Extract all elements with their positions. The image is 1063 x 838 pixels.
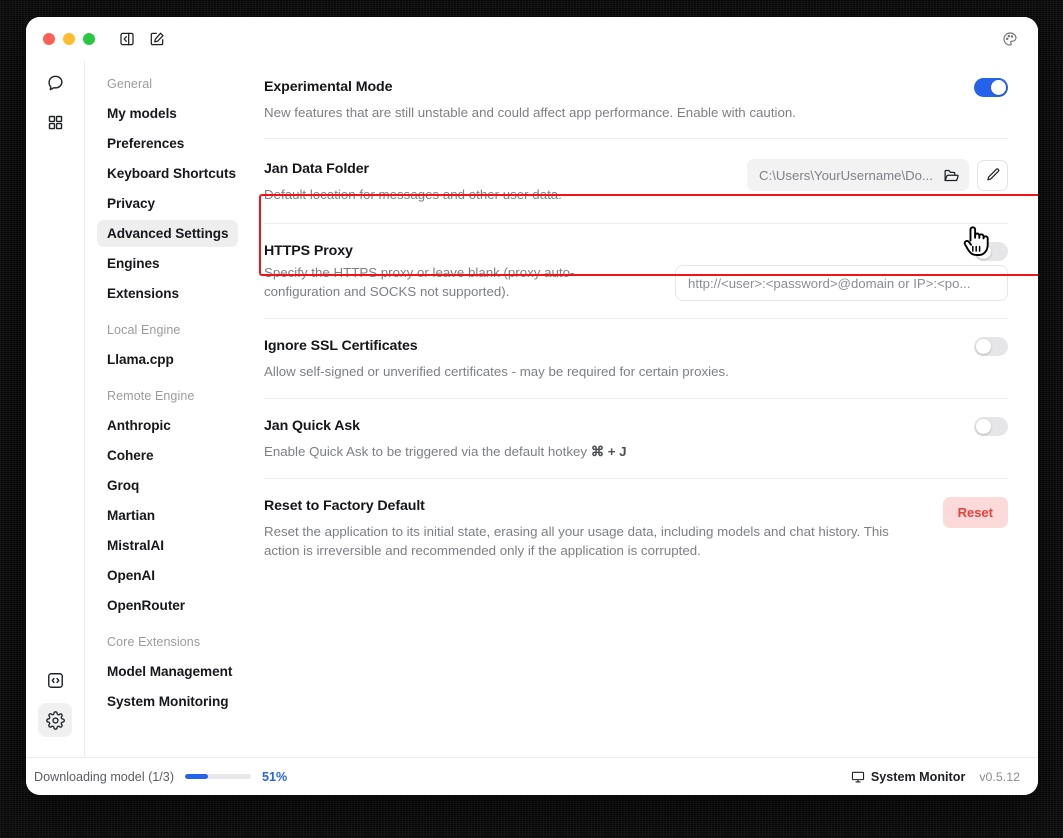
jan-data-folder-path-value: C:\Users\YourUsername\Do...: [759, 167, 933, 183]
sidebar-item-preferences[interactable]: Preferences: [97, 130, 238, 157]
sidebar-item-martian[interactable]: Martian: [97, 502, 238, 529]
jan-data-folder-controls: C:\Users\YourUsername\Do...: [747, 159, 1008, 191]
folder-open-icon[interactable]: [943, 167, 960, 184]
icon-rail: [26, 61, 84, 757]
app-version: v0.5.12: [979, 769, 1020, 784]
nav-group-label-core-extensions: Core Extensions: [107, 635, 201, 649]
pencil-icon: [985, 167, 1001, 183]
ignore-ssl-toggle[interactable]: [974, 337, 1008, 356]
setting-row-jan-quick-ask: Jan Quick Ask Enable Quick Ask to be tri…: [264, 399, 1008, 479]
sidebar-item-my-models[interactable]: My models: [97, 100, 238, 127]
experimental-mode-description: New features that are still unstable and…: [264, 105, 796, 120]
sidebar-item-keyboard-shortcuts[interactable]: Keyboard Shortcuts: [97, 160, 238, 187]
ignore-ssl-title: Ignore SSL Certificates: [264, 338, 418, 354]
https-proxy-input[interactable]: http://<user>:<password>@domain or IP>:<…: [675, 265, 1008, 301]
reset-factory-body: Reset to Factory Default Reset the appli…: [264, 496, 1008, 560]
ignore-ssl-description: Allow self-signed or unverified certific…: [264, 364, 729, 379]
sidebar-item-extensions[interactable]: Extensions: [97, 280, 238, 307]
download-status: Downloading model (1/3) 51%: [34, 770, 287, 784]
jan-quick-ask-hotkey: ⌘ + J: [590, 444, 627, 459]
toggle-knob: [976, 244, 991, 259]
nav-group-label-local-engine: Local Engine: [107, 323, 181, 337]
download-progress-fill: [185, 774, 209, 779]
experimental-mode-toggle[interactable]: [974, 78, 1008, 97]
palette-icon[interactable]: [998, 27, 1022, 51]
https-proxy-description: Specify the HTTPS proxy or leave blank (…: [264, 265, 575, 299]
monitor-icon: [851, 770, 865, 784]
window-controls: [43, 33, 95, 45]
setting-row-ignore-ssl: Ignore SSL Certificates Allow self-signe…: [264, 319, 1008, 399]
experimental-mode-head: Experimental Mode: [264, 77, 1008, 97]
settings-sidebar[interactable]: General My models Preferences Keyboard S…: [84, 61, 250, 757]
sidebar-item-anthropic[interactable]: Anthropic: [97, 412, 238, 439]
titlebar-actions: [115, 27, 169, 51]
advanced-settings-panel: Experimental Mode New features that are …: [250, 61, 1038, 757]
jan-quick-ask-head: Jan Quick Ask: [264, 416, 1008, 436]
titlebar-right: [998, 27, 1022, 51]
download-progress-percent: 51%: [262, 769, 288, 784]
toggle-knob: [991, 80, 1006, 95]
system-monitor-button[interactable]: System Monitor: [851, 770, 965, 784]
code-icon[interactable]: [38, 663, 72, 697]
sidebar-item-privacy[interactable]: Privacy: [97, 190, 238, 217]
window-body: General My models Preferences Keyboard S…: [26, 61, 1038, 757]
sidebar-item-openrouter[interactable]: OpenRouter: [97, 592, 238, 619]
titlebar: [26, 17, 1038, 61]
sidebar-item-advanced-settings[interactable]: Advanced Settings: [97, 220, 238, 247]
jan-quick-ask-description: Enable Quick Ask to be triggered via the…: [264, 442, 904, 461]
toggle-knob: [976, 339, 991, 354]
https-proxy-body: Specify the HTTPS proxy or leave blank (…: [264, 257, 1008, 301]
statusbar: Downloading model (1/3) 51% System Monit…: [26, 757, 1038, 795]
reset-factory-text: Reset to Factory Default Reset the appli…: [264, 496, 904, 560]
setting-row-experimental-mode: Experimental Mode New features that are …: [264, 61, 1008, 139]
chat-bubble-icon[interactable]: [38, 65, 72, 99]
jan-data-folder-body: Jan Data Folder Default location for mes…: [264, 159, 1008, 204]
system-monitor-label: System Monitor: [870, 769, 966, 784]
sidebar-item-model-management[interactable]: Model Management: [97, 658, 238, 685]
setting-row-jan-data-folder: Jan Data Folder Default location for mes…: [264, 139, 1008, 224]
maximize-window-button[interactable]: [83, 33, 95, 45]
jan-data-folder-path-field[interactable]: C:\Users\YourUsername\Do...: [747, 159, 969, 191]
sidebar-item-mistralai[interactable]: MistralAI: [97, 532, 238, 559]
sidebar-item-cohere[interactable]: Cohere: [97, 442, 238, 469]
sidebar-item-system-monitoring[interactable]: System Monitoring: [97, 688, 238, 715]
panel-collapse-icon[interactable]: [115, 27, 139, 51]
jan-quick-ask-toggle[interactable]: [974, 417, 1008, 436]
statusbar-right: System Monitor v0.5.12: [851, 770, 1020, 784]
download-label: Downloading model (1/3): [34, 769, 175, 784]
ignore-ssl-head: Ignore SSL Certificates: [264, 336, 1008, 356]
jan-data-folder-text: Jan Data Folder Default location for mes…: [264, 159, 562, 204]
reset-factory-description: Reset the application to its initial sta…: [264, 524, 889, 558]
https-proxy-title: HTTPS Proxy: [264, 243, 353, 259]
sidebar-item-llama-cpp[interactable]: Llama.cpp: [97, 346, 238, 373]
minimize-window-button[interactable]: [63, 33, 75, 45]
toggle-knob: [976, 419, 991, 434]
compose-icon[interactable]: [145, 27, 169, 51]
jan-quick-ask-description-text: Enable Quick Ask to be triggered via the…: [264, 444, 591, 459]
close-window-button[interactable]: [43, 33, 55, 45]
jan-data-folder-description: Default location for messages and other …: [264, 187, 562, 202]
https-proxy-input-placeholder: http://<user>:<password>@domain or IP>:<…: [688, 275, 971, 291]
sidebar-item-openai[interactable]: OpenAI: [97, 562, 238, 589]
nav-group-label-remote-engine: Remote Engine: [107, 389, 195, 403]
https-proxy-toggle[interactable]: [974, 242, 1008, 261]
jan-data-folder-edit-button[interactable]: [977, 159, 1008, 191]
sidebar-item-groq[interactable]: Groq: [97, 472, 238, 499]
sidebar-item-engines[interactable]: Engines: [97, 250, 238, 277]
reset-factory-title: Reset to Factory Default: [264, 498, 425, 514]
experimental-mode-title: Experimental Mode: [264, 79, 393, 95]
download-progress-bar: [185, 774, 252, 779]
jan-quick-ask-title: Jan Quick Ask: [264, 418, 360, 434]
jan-data-folder-title: Jan Data Folder: [264, 161, 369, 177]
reset-button[interactable]: Reset: [942, 497, 1008, 528]
setting-row-https-proxy: HTTPS Proxy Specify the HTTPS proxy or l…: [264, 224, 1008, 319]
gear-icon[interactable]: [38, 703, 72, 737]
setting-row-reset-factory-default: Reset to Factory Default Reset the appli…: [264, 479, 1008, 576]
app-window: General My models Preferences Keyboard S…: [26, 17, 1038, 795]
nav-group-label-general: General: [107, 77, 153, 91]
grid-icon[interactable]: [38, 105, 72, 139]
